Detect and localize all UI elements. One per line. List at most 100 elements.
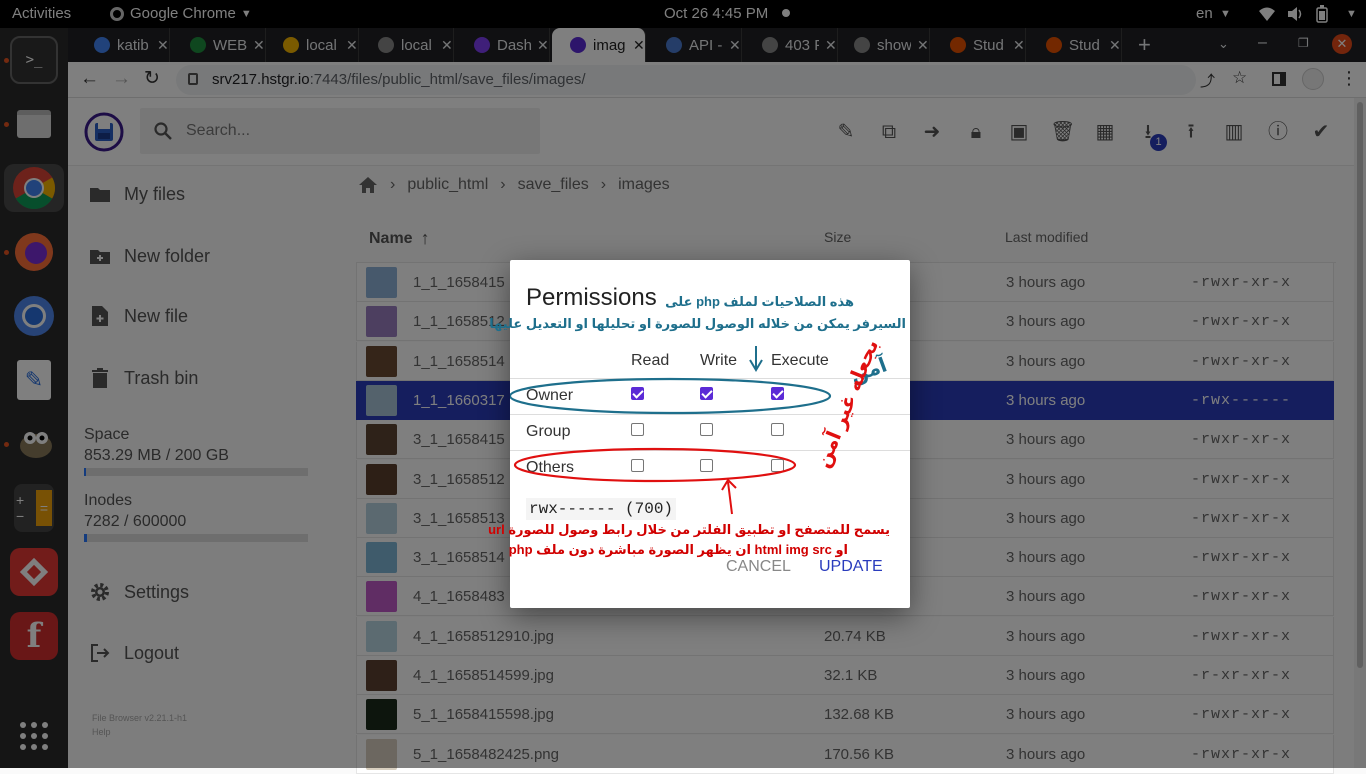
tab-close-icon[interactable]: ✕ (346, 37, 358, 54)
clock[interactable]: Oct 26 4:45 PM (664, 5, 768, 22)
execute-checkbox[interactable] (771, 459, 784, 472)
file-row[interactable]: 4_1_1658512910.jpg 20.74 KB 3 hours ago -rw… (356, 616, 1334, 656)
file-row[interactable]: 4_1_1658514599.jpg 32.1 KB 3 hours ago -r-x… (356, 656, 1334, 695)
bookmark-star-icon[interactable]: ☆ (1232, 68, 1247, 88)
info-icon[interactable]: ⓘ (1266, 120, 1290, 144)
read-checkbox[interactable] (631, 423, 644, 436)
execute-checkbox[interactable] (771, 423, 784, 436)
tab-close-icon[interactable]: ✕ (157, 37, 169, 54)
back-icon[interactable]: ← (80, 68, 99, 90)
upload-icon[interactable]: ⭱ (1179, 120, 1203, 144)
tab-6[interactable]: API - ✕ (648, 28, 742, 62)
search-input[interactable]: Search... (140, 108, 540, 154)
side-panel-icon[interactable] (1272, 72, 1286, 86)
menu-kebab-icon[interactable]: ⋮ (1340, 68, 1358, 89)
tab-close-icon[interactable]: ✕ (441, 37, 453, 54)
tab-2[interactable]: local ✕ (265, 28, 359, 62)
read-checkbox[interactable] (631, 387, 644, 400)
profile-avatar[interactable] (1302, 68, 1324, 90)
breadcrumb-item[interactable]: save_files (518, 176, 589, 194)
execute-checkbox[interactable] (771, 387, 784, 400)
tab-close-icon[interactable]: ✕ (1109, 37, 1121, 54)
firefox-icon[interactable] (10, 228, 58, 276)
url-field[interactable]: srv217.hstgr.io:7443/files/public_html/s… (176, 65, 1196, 95)
sidebar-item-my-files[interactable]: My files (88, 182, 185, 206)
tab-9[interactable]: Stud ✕ (932, 28, 1026, 62)
cancel-button[interactable]: CANCEL (726, 558, 791, 576)
tab-4[interactable]: Dash ✕ (456, 28, 550, 62)
close-window-icon[interactable]: ✕ (1332, 34, 1352, 54)
file-row[interactable]: 5_1_1658415598.jpg 132.68 KB 3 hours ago -r… (356, 695, 1334, 735)
tab-close-icon[interactable]: ✕ (917, 37, 929, 54)
gimp-icon[interactable] (10, 420, 58, 468)
tab-10[interactable]: Stud ✕ (1028, 28, 1122, 62)
calculator-icon[interactable]: + − = (14, 484, 54, 532)
tab-8[interactable]: show ✕ (836, 28, 930, 62)
text-editor-icon[interactable]: ✎ (10, 356, 58, 404)
disk-usage-icon[interactable]: ▥ (1222, 120, 1246, 144)
url-host: srv217.hstgr.io (212, 71, 310, 88)
sidebar-item-new-folder[interactable]: New folder (88, 244, 210, 268)
reload-icon[interactable]: ↻ (144, 67, 160, 90)
activities-button[interactable]: Activities (12, 5, 71, 22)
tab-5[interactable]: imag ✕ (552, 28, 646, 62)
tab-close-icon[interactable]: ✕ (537, 37, 549, 54)
tab-1[interactable]: WEB ✕ (172, 28, 266, 62)
delete-icon[interactable]: 🗑︎ (1050, 120, 1075, 144)
terminal-icon[interactable]: >_ (10, 36, 58, 84)
help-link[interactable]: Help (92, 727, 111, 737)
tab-7[interactable]: 403 F ✕ (744, 28, 838, 62)
volume-icon[interactable] (1286, 6, 1304, 22)
select-multiple-icon[interactable]: ✔ (1309, 120, 1333, 144)
anydesk-icon[interactable] (10, 548, 58, 596)
column-header-name[interactable]: Name ↑ (369, 228, 430, 249)
tab-0[interactable]: katib ✕ (76, 28, 170, 62)
view-mode-grid-icon[interactable]: ▦ (1093, 120, 1117, 144)
file-thumbnail (366, 542, 397, 574)
tab-search-icon[interactable]: ⌄ (1218, 36, 1229, 52)
new-tab-button[interactable]: + (1138, 32, 1151, 58)
rename-icon[interactable]: ✎ (834, 120, 858, 144)
tab-close-icon[interactable]: ✕ (253, 37, 265, 54)
sidebar-item-logout[interactable]: Logout (88, 641, 179, 665)
read-checkbox[interactable] (631, 459, 644, 472)
battery-icon[interactable] (1316, 5, 1328, 23)
app-menu[interactable]: Google Chrome ▼ (110, 5, 252, 22)
forward-icon[interactable]: → (112, 68, 131, 90)
archive-icon[interactable]: ▣ (1007, 120, 1031, 144)
home-icon[interactable] (358, 176, 378, 194)
tab-close-icon[interactable]: ✕ (729, 37, 741, 54)
show-apps-icon[interactable] (10, 712, 58, 760)
minimize-icon[interactable]: – (1258, 34, 1267, 52)
breadcrumb-item[interactable]: images (618, 176, 670, 194)
tab-close-icon[interactable]: ✕ (1013, 37, 1025, 54)
copy-icon[interactable]: ⧉ (877, 120, 901, 144)
sidebar-item-new-file[interactable]: New file (88, 304, 188, 328)
filebrowser-logo-icon[interactable] (84, 112, 124, 152)
chrome-dock-icon[interactable] (4, 164, 64, 212)
chromium-icon[interactable] (10, 292, 58, 340)
scrollbar-thumb[interactable] (1357, 102, 1363, 668)
wifi-icon[interactable] (1258, 6, 1276, 22)
column-header-size[interactable]: Size (824, 229, 851, 245)
share-icon[interactable]: ⤴ (1200, 70, 1215, 91)
language-indicator[interactable]: en (1196, 5, 1213, 22)
tab-close-icon[interactable]: ✕ (825, 37, 837, 54)
tab-close-icon[interactable]: ✕ (633, 37, 645, 54)
sidebar-item-trash[interactable]: Trash bin (88, 366, 198, 390)
write-checkbox[interactable] (700, 387, 713, 400)
tab-3[interactable]: local ✕ (360, 28, 454, 62)
write-checkbox[interactable] (700, 423, 713, 436)
restore-icon[interactable]: ❐ (1298, 36, 1309, 50)
filezilla-icon[interactable]: f (10, 612, 58, 660)
sidebar-item-settings[interactable]: Settings (88, 580, 189, 604)
breadcrumb-item[interactable]: public_html (407, 176, 488, 194)
write-checkbox[interactable] (700, 459, 713, 472)
files-icon[interactable] (10, 100, 58, 148)
update-button[interactable]: UPDATE (819, 558, 883, 576)
column-header-modified[interactable]: Last modified (1005, 229, 1088, 245)
permissions-lock-icon[interactable]: 🔒︎ (964, 120, 988, 144)
page-scrollbar[interactable] (1354, 98, 1366, 768)
caret-down-icon[interactable]: ▼ (1346, 8, 1357, 20)
move-icon[interactable]: ➜ (920, 120, 944, 144)
